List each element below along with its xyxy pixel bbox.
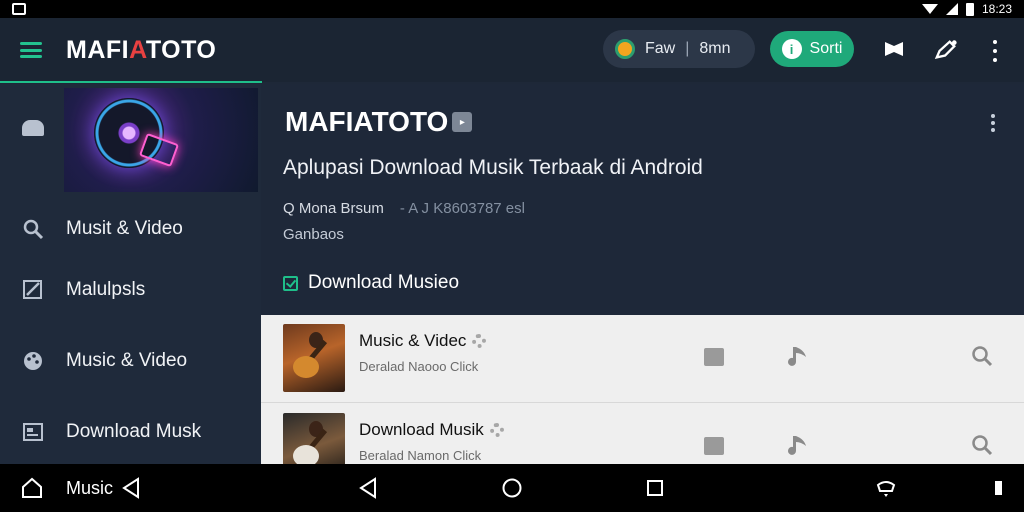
download-music-toggle[interactable]: Download Musieo xyxy=(283,272,459,294)
meta-secondary: Ganbaos xyxy=(283,226,344,243)
pill-separator: | xyxy=(685,40,690,57)
active-tab-indicator xyxy=(0,81,262,83)
home-cap-icon[interactable] xyxy=(22,120,44,136)
nav-label: Music xyxy=(66,478,114,498)
download-label: Download Musieo xyxy=(308,272,460,293)
hamburger-menu-icon[interactable] xyxy=(20,42,42,58)
keyboard-switch-icon[interactable] xyxy=(872,474,900,502)
sidebar-item-label: Download Musk xyxy=(66,421,202,442)
nav-battery-icon xyxy=(984,474,1012,502)
wifi-icon xyxy=(921,4,938,14)
pill-left-text: Faw xyxy=(645,40,676,57)
edit-pen-icon[interactable] xyxy=(934,38,958,62)
info-icon: i xyxy=(781,39,802,59)
track-title: Music & Videc xyxy=(359,331,487,351)
home-outline-icon[interactable] xyxy=(18,474,46,502)
battery-icon xyxy=(965,2,974,16)
sidebar: Musit & Video Malulpsls Music & Video Do… xyxy=(0,84,261,464)
track-list: Music & Videc Deralad Naooo Click Downlo… xyxy=(261,315,1024,492)
cast-icon[interactable] xyxy=(882,38,906,62)
track-subtitle: Deralad Naooo Click xyxy=(359,359,479,374)
gear-icon xyxy=(472,334,487,348)
sidebar-item-music-video-2[interactable]: Music & Video xyxy=(0,336,261,386)
brand-right: TOTO xyxy=(145,35,217,64)
sidebar-item-music-video[interactable]: Musit & Video xyxy=(0,204,261,254)
system-nav-bar: Music xyxy=(0,464,1024,512)
edit-icon xyxy=(22,279,44,301)
back-triangle-icon[interactable] xyxy=(117,474,145,502)
brand-left: MAFI xyxy=(66,35,130,64)
app-icon xyxy=(12,3,26,15)
sidebar-item-label: Malulpsls xyxy=(66,279,146,300)
brand-accent: A xyxy=(129,35,146,64)
music-note-icon[interactable] xyxy=(787,345,809,369)
palette-icon xyxy=(22,350,44,372)
search-icon[interactable] xyxy=(971,345,993,367)
status-bar: 18:23 xyxy=(0,0,1024,18)
track-title-text: Download Musik xyxy=(359,420,484,439)
signal-icon xyxy=(945,3,958,15)
account-pill[interactable]: Faw | 8mn xyxy=(603,30,755,68)
list-item[interactable]: Music & Videc Deralad Naooo Click xyxy=(261,315,1024,403)
search-icon[interactable] xyxy=(971,434,993,456)
meta-faint: - A J K8603787 esl xyxy=(399,200,525,217)
track-thumbnail xyxy=(283,324,345,392)
page-title-text: MAFIATOTO xyxy=(285,106,449,137)
track-subtitle: Beralad Namon Click xyxy=(359,448,482,463)
search-icon xyxy=(22,218,44,240)
pill-right-text: 8mn xyxy=(699,40,731,57)
meta-primary: Q Mona Brsum xyxy=(283,200,384,217)
screen: 18:23 MAFIATOTO Faw | 8mn i Sorti Musit … xyxy=(0,0,1024,512)
sidebar-item-label: Musit & Video xyxy=(66,218,183,239)
overflow-menu-icon[interactable] xyxy=(986,40,1004,62)
sorti-button[interactable]: i Sorti xyxy=(770,31,854,67)
sorti-label: Sorti xyxy=(809,40,843,57)
page-subtitle: Aplupasi Download Musik Terbaak di Andro… xyxy=(283,156,703,179)
play-badge-icon: ▸ xyxy=(452,112,473,132)
sidebar-item-label: Music & Video xyxy=(66,350,188,371)
list-icon xyxy=(22,421,44,443)
home-circle-icon[interactable] xyxy=(498,474,526,502)
stop-square-icon[interactable] xyxy=(704,348,724,366)
gear-icon xyxy=(489,423,504,437)
more-options-icon[interactable] xyxy=(989,114,997,132)
sidebar-item-download-musk[interactable]: Download Musk xyxy=(0,407,261,457)
page-title: MAFIATOTO ▸ xyxy=(285,106,473,138)
app-brand: MAFIATOTO xyxy=(66,36,216,65)
stop-square-icon[interactable] xyxy=(704,437,724,455)
sidebar-item-malulpsls[interactable]: Malulpsls xyxy=(0,265,261,315)
status-icons: 18:23 xyxy=(921,2,1012,16)
track-title: Download Musik xyxy=(359,420,504,440)
sidebar-banner-image xyxy=(64,88,258,192)
coin-icon xyxy=(615,39,635,59)
status-time: 18:23 xyxy=(981,2,1012,16)
track-title-text: Music & Videc xyxy=(359,331,467,350)
back-button-icon[interactable] xyxy=(354,474,382,502)
top-app-bar: MAFIATOTO Faw | 8mn i Sorti xyxy=(0,18,1024,82)
checkbox-icon xyxy=(283,275,298,291)
meta-line: Q Mona Brsum - A J K8603787 esl xyxy=(283,200,525,217)
recents-square-icon[interactable] xyxy=(641,474,669,502)
music-note-icon[interactable] xyxy=(787,434,809,458)
